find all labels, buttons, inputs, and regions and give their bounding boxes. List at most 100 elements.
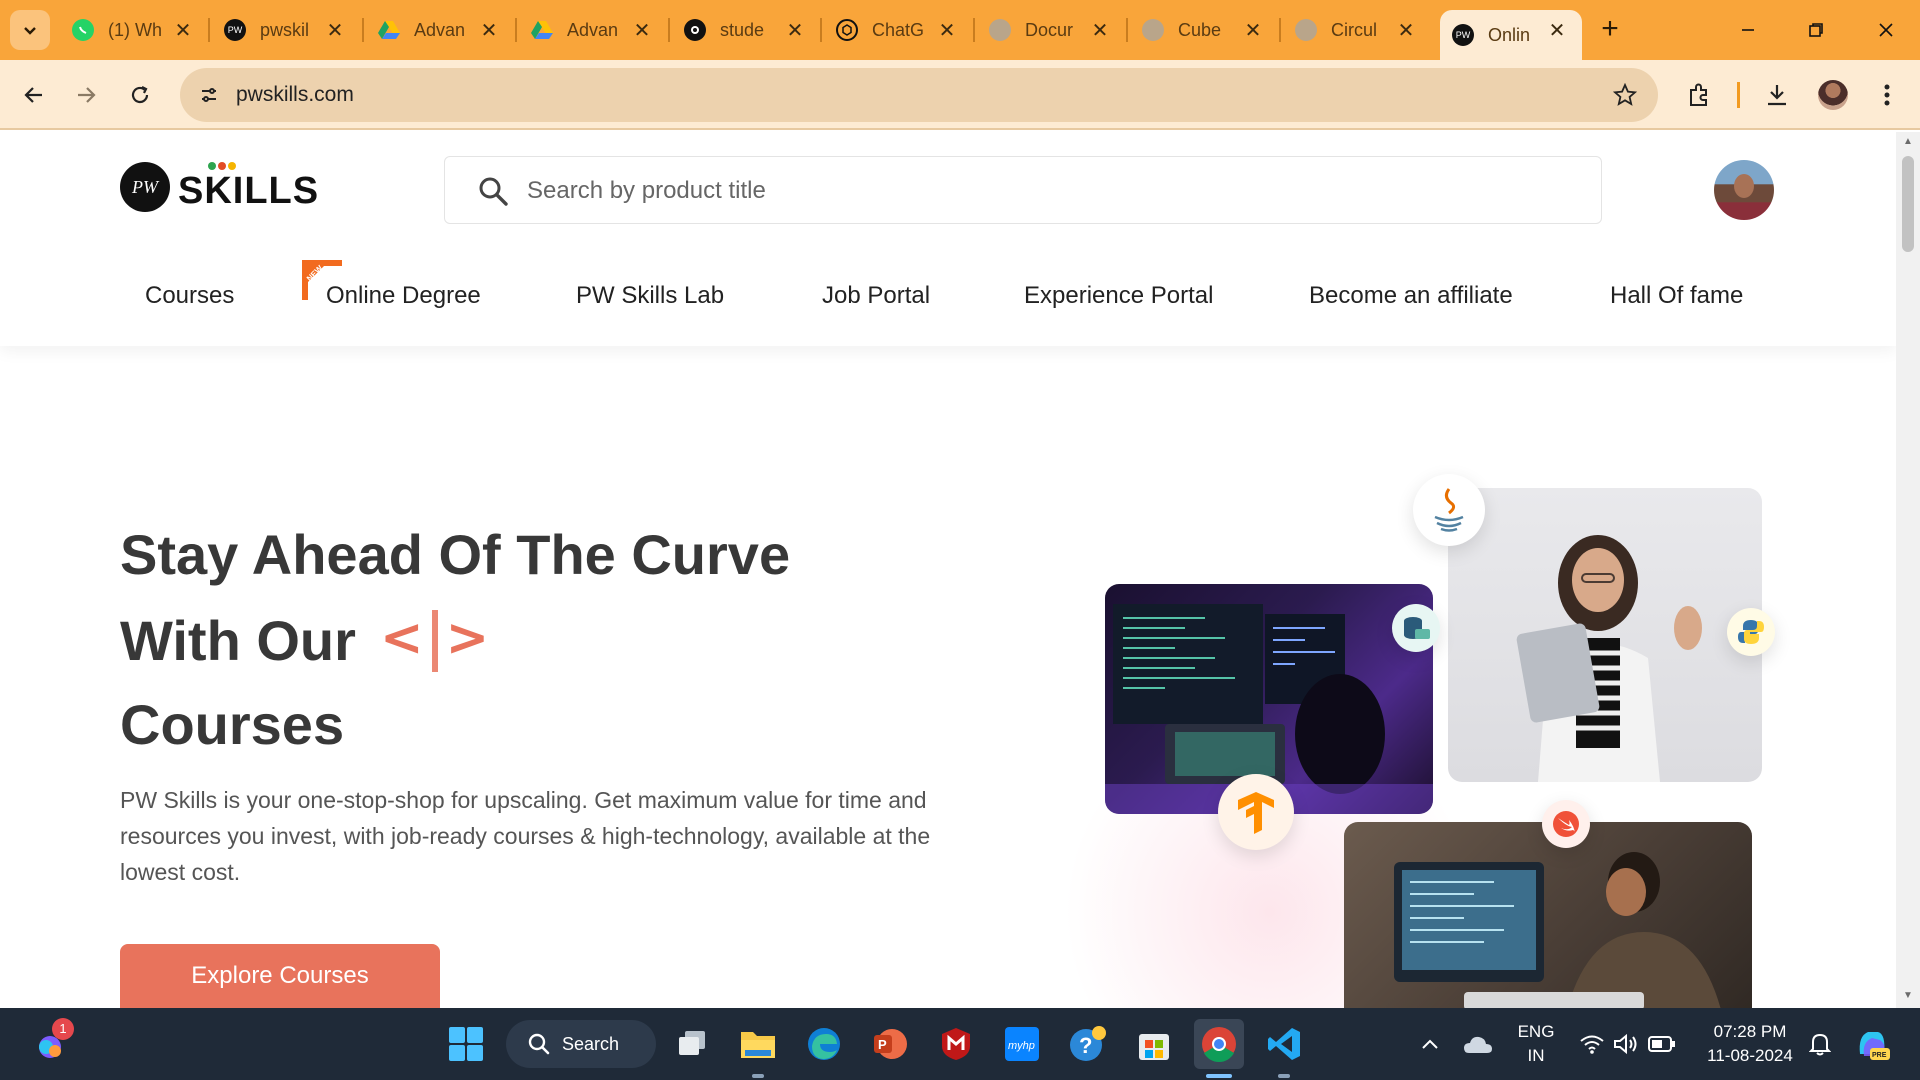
onedrive-icon[interactable] <box>1456 1022 1500 1066</box>
explore-courses-button[interactable]: Explore Courses <box>120 944 440 1008</box>
more-menu-icon[interactable] <box>1870 78 1904 112</box>
nav-become-affiliate[interactable]: Become an affiliate <box>1309 282 1513 310</box>
nav-online-degree[interactable]: Online Degree <box>326 282 481 310</box>
scroll-thumb[interactable] <box>1902 156 1914 252</box>
globe-icon <box>1295 19 1317 41</box>
copilot-notification-icon[interactable]: 1 <box>28 1018 74 1066</box>
tab-title: pwskil <box>260 19 310 40</box>
page-scrollbar[interactable]: ▲ ▼ <box>1896 132 1920 1008</box>
browser-tab[interactable]: Docur ✕ <box>977 10 1125 50</box>
microsoft-store-icon[interactable] <box>1132 1022 1176 1066</box>
bookmark-star-icon[interactable] <box>1610 80 1640 110</box>
browser-tab[interactable]: stude ✕ <box>672 10 820 50</box>
code-bracket-right: > <box>445 608 490 668</box>
running-indicator <box>752 1074 764 1078</box>
mcafee-icon[interactable] <box>934 1022 978 1066</box>
close-icon[interactable]: ✕ <box>1395 19 1417 42</box>
new-badge-icon: NEW <box>302 260 342 300</box>
browser-toolbar: pwskills.com <box>0 60 1920 130</box>
chevron-down-icon <box>24 27 36 35</box>
user-avatar[interactable] <box>1714 160 1774 220</box>
arrow-right-icon <box>78 87 96 103</box>
browser-tab[interactable]: PW pwskil ✕ <box>212 10 360 50</box>
hero-title-line-1: Stay Ahead Of The Curve <box>120 523 791 586</box>
copilot-pre-icon[interactable]: PRE <box>1850 1022 1894 1066</box>
vscode-icon[interactable] <box>1262 1022 1306 1066</box>
search-input[interactable] <box>527 171 1567 211</box>
nav-hall-of-fame[interactable]: Hall Of fame <box>1610 282 1743 310</box>
myhp-icon[interactable]: myhp <box>1000 1022 1044 1066</box>
product-search[interactable] <box>444 156 1602 224</box>
nav-courses[interactable]: Courses <box>145 282 234 310</box>
clock-date[interactable]: 11-08-2024 <box>1690 1046 1810 1066</box>
browser-tab[interactable]: Circul ✕ <box>1283 10 1431 50</box>
search-icon <box>528 1033 550 1055</box>
download-icon[interactable] <box>1760 78 1794 112</box>
google-drive-icon <box>378 19 400 41</box>
logo-badge: PW <box>120 162 170 212</box>
chrome-icon[interactable] <box>1194 1019 1244 1069</box>
minimize-button[interactable] <box>1728 14 1768 46</box>
scroll-up-arrow-icon[interactable]: ▲ <box>1902 136 1914 148</box>
close-icon <box>1879 23 1893 37</box>
close-icon[interactable]: ✕ <box>1089 19 1111 42</box>
tab-search-button[interactable] <box>10 10 50 50</box>
address-bar[interactable]: pwskills.com <box>180 68 1658 122</box>
close-icon[interactable]: ✕ <box>784 19 806 42</box>
avatar-face <box>1734 174 1754 198</box>
nav-pw-skills-lab[interactable]: PW Skills Lab <box>576 282 724 310</box>
tab-divider <box>820 18 822 42</box>
svg-text:PRE: PRE <box>1872 1052 1887 1059</box>
tab-divider <box>973 18 975 42</box>
task-view-icon[interactable] <box>670 1022 714 1066</box>
close-icon[interactable]: ✕ <box>1546 19 1568 42</box>
show-hidden-icons-chevron-up-icon[interactable] <box>1408 1022 1452 1066</box>
edge-icon[interactable] <box>802 1022 846 1066</box>
globe-icon <box>989 19 1011 41</box>
close-icon[interactable]: ✕ <box>478 19 500 42</box>
back-button[interactable] <box>14 75 54 115</box>
tab-divider <box>208 18 210 42</box>
new-tab-button[interactable]: + <box>1594 14 1626 46</box>
taskbar-search[interactable]: Search <box>506 1020 656 1068</box>
browser-tab[interactable]: Advan ✕ <box>519 10 667 50</box>
nav-job-portal[interactable]: Job Portal <box>822 282 930 310</box>
powerpoint-icon[interactable]: P <box>868 1022 912 1066</box>
screen: (1) Wh ✕ PW pwskil ✕ Advan ✕ Advan ✕ stu… <box>0 0 1920 1080</box>
close-icon[interactable]: ✕ <box>324 19 346 42</box>
restore-button[interactable] <box>1796 14 1836 46</box>
battery-icon[interactable] <box>1640 1022 1684 1066</box>
url-text[interactable]: pwskills.com <box>236 83 354 107</box>
input-region[interactable]: IN <box>1506 1046 1566 1066</box>
pwskills-favicon-icon: PW <box>1452 24 1474 46</box>
github-icon <box>684 19 706 41</box>
tab-title: Advan <box>567 19 619 40</box>
file-explorer-icon[interactable] <box>736 1022 780 1066</box>
close-icon[interactable]: ✕ <box>631 19 653 42</box>
close-icon[interactable]: ✕ <box>172 19 194 42</box>
get-help-icon[interactable]: ? <box>1066 1022 1110 1066</box>
tensorflow-icon <box>1218 774 1294 850</box>
browser-tab-active[interactable]: PW Onlin ✕ <box>1440 10 1582 60</box>
svg-text:?: ? <box>1079 1033 1092 1058</box>
reload-button[interactable] <box>120 75 160 115</box>
close-window-button[interactable] <box>1866 14 1906 46</box>
notification-bell-icon[interactable] <box>1798 1022 1842 1066</box>
nav-experience-portal[interactable]: Experience Portal <box>1024 282 1213 310</box>
windows-start-icon[interactable] <box>444 1022 488 1066</box>
browser-tab[interactable]: Cube ✕ <box>1130 10 1278 50</box>
close-icon[interactable]: ✕ <box>936 19 958 42</box>
forward-button[interactable] <box>66 75 106 115</box>
browser-tab[interactable]: (1) Wh ✕ <box>60 10 208 50</box>
browser-tab[interactable]: Advan ✕ <box>366 10 514 50</box>
browser-tab[interactable]: ChatG ✕ <box>824 10 972 50</box>
browser-profile-avatar[interactable] <box>1818 80 1848 110</box>
scroll-down-arrow-icon[interactable]: ▼ <box>1902 990 1914 1002</box>
pw-skills-logo[interactable]: PW SKILLS <box>120 160 318 216</box>
site-info-icon[interactable] <box>194 80 224 110</box>
running-indicator <box>1278 1074 1290 1078</box>
clock-time[interactable]: 07:28 PM <box>1690 1022 1810 1042</box>
input-language[interactable]: ENG <box>1506 1022 1566 1042</box>
close-icon[interactable]: ✕ <box>1242 19 1264 42</box>
extensions-icon[interactable] <box>1682 78 1716 112</box>
